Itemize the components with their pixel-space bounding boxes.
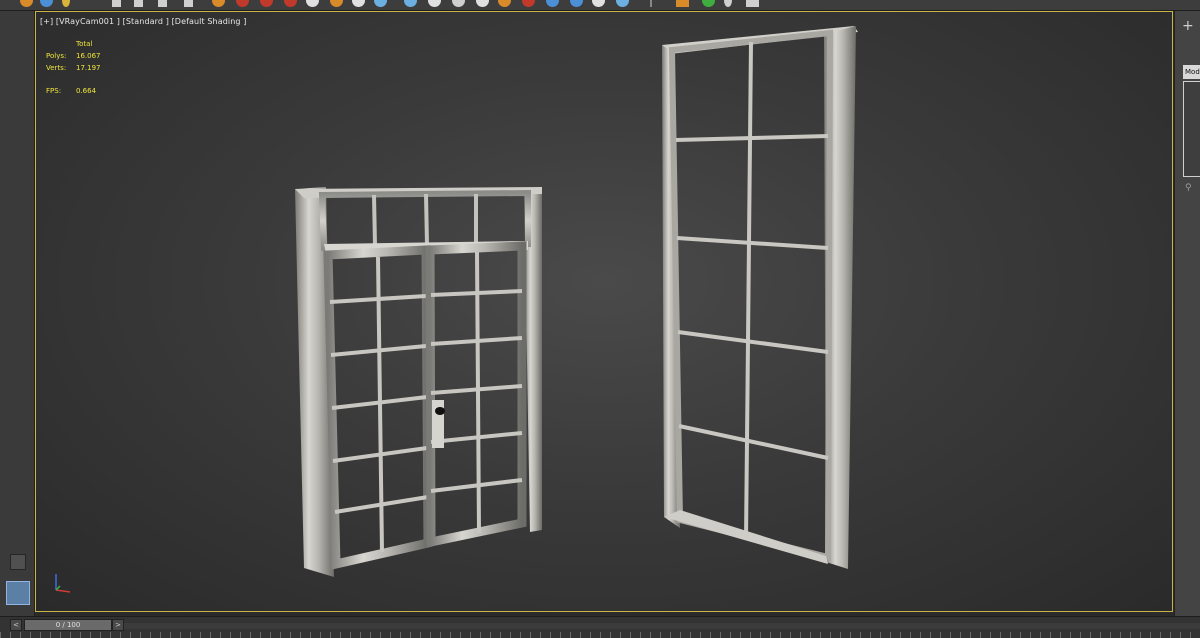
viewport-layout-icon[interactable]	[374, 0, 387, 7]
window-rail	[678, 424, 829, 460]
right-door-rail	[430, 289, 523, 297]
tools-icon[interactable]	[724, 0, 732, 7]
render-frame-icon[interactable]	[236, 0, 249, 7]
french-door-model[interactable]	[295, 187, 542, 577]
render-iterative-icon[interactable]	[284, 0, 297, 7]
dope-sheet-icon[interactable]	[476, 0, 489, 7]
timeline-track[interactable]	[124, 623, 1200, 629]
record-icon[interactable]	[184, 0, 193, 7]
environment-icon[interactable]	[330, 0, 343, 7]
pause-icon[interactable]	[134, 0, 143, 7]
tree-icon[interactable]	[702, 0, 715, 7]
separator-icon	[650, 0, 652, 7]
effects-icon[interactable]	[352, 0, 365, 7]
play-animation-icon[interactable]	[10, 554, 26, 570]
timeline: < 0 / 100 >	[0, 616, 1200, 638]
stop-icon[interactable]	[158, 0, 167, 7]
tall-window-model[interactable]	[662, 26, 858, 569]
left-tool-strip	[0, 11, 35, 616]
scene-render	[295, 26, 858, 577]
material-editor-icon[interactable]	[40, 0, 53, 7]
time-slider[interactable]: 0 / 100	[24, 619, 112, 631]
prev-frame-button[interactable]: <	[10, 619, 22, 631]
door-handle-knob	[435, 407, 445, 415]
axis-tripod-icon	[55, 574, 71, 593]
table-icon[interactable]	[746, 0, 759, 7]
pin-stack-icon[interactable]: ⚲	[1185, 183, 1192, 193]
vray-light-icon[interactable]	[546, 0, 559, 7]
render-setup-icon[interactable]	[212, 0, 225, 7]
render-icon[interactable]	[20, 0, 33, 7]
schematic-icon[interactable]	[428, 0, 441, 7]
photo-icon[interactable]	[676, 0, 689, 7]
scene-explorer-icon[interactable]	[404, 0, 417, 7]
transom-mullion	[372, 194, 377, 247]
vray-frame-buffer-icon[interactable]	[570, 0, 583, 7]
timeline-ticks	[0, 632, 1200, 638]
vray-icon[interactable]	[522, 0, 535, 7]
modifier-stack[interactable]	[1183, 81, 1200, 177]
play-icon[interactable]	[112, 0, 121, 7]
transom-mullion	[424, 193, 429, 246]
window-mullion	[744, 41, 753, 541]
light-icon[interactable]	[62, 0, 70, 7]
modify-tab[interactable]: Modi	[1183, 65, 1200, 79]
camera-icon[interactable]	[498, 0, 511, 7]
vray-proxy-icon[interactable]	[592, 0, 605, 7]
right-door-rail	[430, 478, 523, 493]
window-rail	[676, 236, 829, 250]
main-toolbar	[0, 0, 1200, 11]
create-tab-icon[interactable]: +	[1182, 19, 1194, 33]
window-rail	[675, 134, 829, 142]
viewport-thumbnail-icon[interactable]	[6, 581, 30, 605]
snapshot-icon[interactable]	[306, 0, 319, 7]
door-handle-plate	[432, 400, 444, 448]
curve-editor-icon[interactable]	[452, 0, 465, 7]
next-frame-button[interactable]: >	[112, 619, 124, 631]
render-production-icon[interactable]	[260, 0, 273, 7]
command-panel: + Modi ⚲	[1174, 11, 1200, 616]
vray-settings-icon[interactable]	[616, 0, 629, 7]
camera-viewport[interactable]: [+] [VRayCam001 ] [Standard ] [Default S…	[35, 11, 1173, 612]
window-rail	[677, 330, 829, 354]
